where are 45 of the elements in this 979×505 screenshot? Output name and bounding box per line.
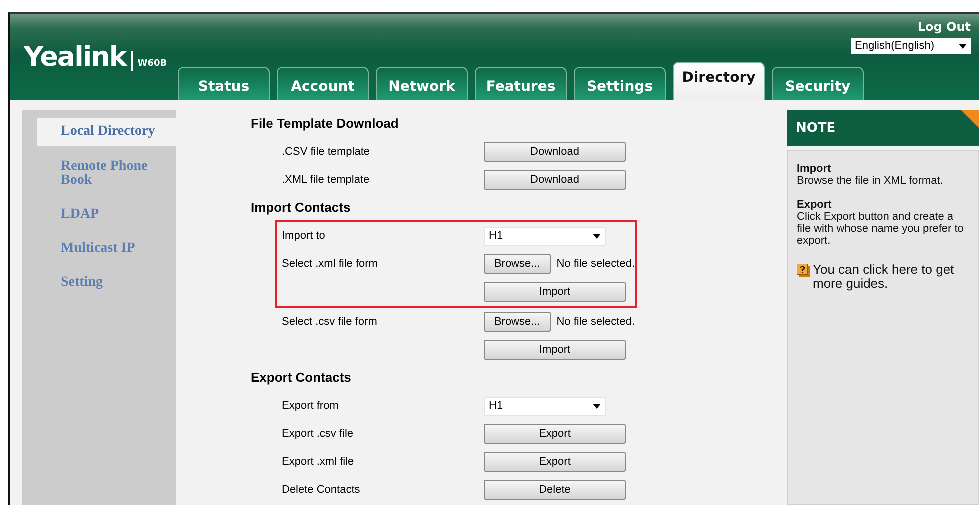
corner-fold-icon	[961, 110, 979, 128]
sidebar-item[interactable]: Local Directory	[37, 118, 176, 146]
section-heading: File Template Download	[251, 115, 400, 133]
nav-tab[interactable]: Security	[772, 67, 864, 100]
action-button[interactable]: Delete	[484, 480, 626, 500]
field-label: Delete Contacts	[282, 484, 360, 496]
language-select[interactable]: English(English)	[851, 38, 971, 54]
action-button[interactable]: Export	[484, 452, 626, 472]
field-label: Import to	[282, 230, 326, 242]
action-button[interactable]: Import	[484, 282, 626, 302]
action-button[interactable]: Import	[484, 340, 626, 360]
note-title: NOTE	[796, 120, 836, 136]
field-label: Export from	[282, 400, 339, 412]
field-label: Export .xml file	[282, 456, 354, 468]
field-label: Select .csv file form	[282, 316, 378, 328]
caret-icon	[959, 44, 967, 48]
browse-button[interactable]: Browse...	[484, 312, 551, 332]
action-button[interactable]: Export	[484, 424, 626, 444]
file-status: No file selected.	[556, 258, 635, 270]
action-button[interactable]: Download	[484, 142, 626, 162]
logout-link[interactable]: Log Out	[918, 20, 971, 34]
action-button[interactable]: Download	[484, 170, 626, 190]
field-label: .XML file template	[282, 174, 370, 186]
dropdown-select[interactable]: H1	[484, 226, 606, 246]
caret-icon	[593, 404, 601, 408]
browse-button[interactable]: Browse...	[484, 254, 551, 274]
field-label: Export .csv file	[282, 428, 354, 440]
note-text: Import Browse the file in XML format.	[797, 163, 944, 187]
nav-tab[interactable]: Directory	[673, 62, 765, 100]
section-heading: Import Contacts	[251, 199, 352, 217]
section-heading: Export Contacts	[251, 369, 352, 387]
guides-link[interactable]: You can click here to get more guides.	[813, 263, 969, 291]
nav-tab[interactable]: Status	[178, 67, 270, 100]
field-label: .CSV file template	[282, 146, 370, 158]
field-label: Select .xml file form	[282, 258, 378, 270]
nav-tab[interactable]: Network	[376, 67, 468, 100]
help-book-icon	[797, 264, 810, 277]
yealink-logo: Yealink W60B	[24, 42, 168, 73]
caret-icon	[593, 234, 601, 238]
nav-tab[interactable]: Features	[475, 67, 567, 100]
note-text: Export Click Export button and create a file with whose name you prefer to export.	[797, 199, 965, 247]
nav-tab[interactable]: Settings	[574, 67, 666, 100]
nav-tab[interactable]: Account	[277, 67, 369, 100]
file-status: No file selected.	[556, 316, 635, 328]
dropdown-select[interactable]: H1	[484, 396, 606, 416]
